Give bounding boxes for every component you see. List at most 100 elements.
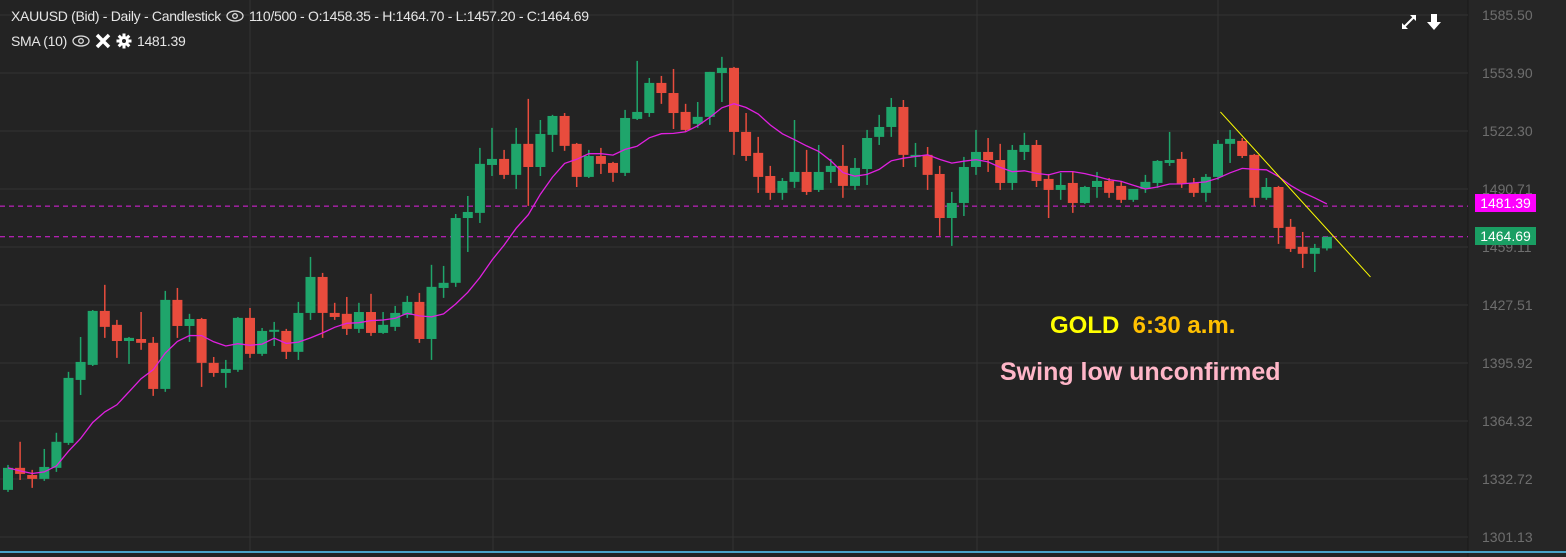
candle-up[interactable] bbox=[1152, 160, 1163, 188]
candle-down[interactable] bbox=[317, 272, 328, 338]
candle-up[interactable] bbox=[511, 127, 522, 190]
candle-down[interactable] bbox=[99, 284, 110, 338]
candle-down[interactable] bbox=[559, 113, 570, 151]
candle-down[interactable] bbox=[136, 312, 147, 350]
candle-up[interactable] bbox=[426, 264, 437, 360]
candle-up[interactable] bbox=[862, 129, 873, 185]
candle-up[interactable] bbox=[632, 60, 643, 120]
candle-down[interactable] bbox=[934, 165, 945, 236]
candle-down[interactable] bbox=[571, 142, 582, 187]
candle-down[interactable] bbox=[1043, 173, 1054, 219]
candle-down[interactable] bbox=[15, 441, 26, 480]
candle-up[interactable] bbox=[1321, 236, 1332, 251]
candle-down[interactable] bbox=[608, 161, 618, 182]
candle-up[interactable] bbox=[958, 156, 969, 217]
candle-up[interactable] bbox=[269, 321, 280, 346]
candle-down[interactable] bbox=[1176, 151, 1187, 188]
candle-down[interactable] bbox=[729, 66, 739, 155]
candle-down[interactable] bbox=[922, 146, 933, 190]
candle-down[interactable] bbox=[656, 75, 667, 104]
candle-down[interactable] bbox=[523, 98, 534, 206]
candle-up[interactable] bbox=[644, 77, 655, 117]
candle-down[interactable] bbox=[753, 136, 764, 193]
close-icon[interactable] bbox=[95, 33, 111, 49]
candle-up[interactable] bbox=[378, 312, 389, 334]
candle-down[interactable] bbox=[1273, 185, 1284, 244]
candle-down[interactable] bbox=[898, 99, 909, 167]
candle-down[interactable] bbox=[595, 147, 606, 174]
candle-down[interactable] bbox=[837, 144, 848, 198]
candle-down[interactable] bbox=[245, 307, 255, 358]
candle-up[interactable] bbox=[716, 56, 727, 103]
candle-up[interactable] bbox=[438, 265, 449, 298]
gear-icon[interactable] bbox=[116, 33, 132, 49]
candle-up[interactable] bbox=[1225, 129, 1236, 163]
candle-up[interactable] bbox=[1200, 173, 1211, 202]
candle-down[interactable] bbox=[801, 149, 812, 195]
candle-down[interactable] bbox=[1297, 231, 1308, 268]
candle-down[interactable] bbox=[765, 165, 776, 200]
candle-down[interactable] bbox=[1104, 178, 1115, 198]
candle-up[interactable] bbox=[487, 127, 497, 176]
candle-up[interactable] bbox=[1140, 174, 1151, 193]
candle-up[interactable] bbox=[39, 448, 50, 481]
candle-up[interactable] bbox=[462, 195, 473, 252]
candle-up[interactable] bbox=[547, 114, 558, 152]
candle-up[interactable] bbox=[1164, 131, 1175, 166]
candle-up[interactable] bbox=[1213, 140, 1223, 180]
candle-up[interactable] bbox=[474, 147, 485, 223]
candle-down[interactable] bbox=[1031, 140, 1042, 187]
candle-up[interactable] bbox=[1055, 172, 1066, 200]
candle-down[interactable] bbox=[741, 113, 752, 161]
candle-down[interactable] bbox=[208, 356, 219, 377]
candle-up[interactable] bbox=[777, 178, 788, 200]
candle-up[interactable] bbox=[63, 371, 74, 445]
candle-down[interactable] bbox=[1188, 178, 1199, 197]
candle-up[interactable] bbox=[1007, 144, 1018, 190]
candle-up[interactable] bbox=[874, 114, 885, 145]
candle-up[interactable] bbox=[620, 109, 631, 176]
trendline[interactable] bbox=[1220, 111, 1371, 278]
candle-up[interactable] bbox=[293, 301, 304, 360]
candle-up[interactable] bbox=[789, 119, 800, 188]
candle-up[interactable] bbox=[305, 256, 316, 320]
download-icon[interactable] bbox=[1426, 13, 1442, 31]
candle-down[interactable] bbox=[499, 149, 510, 179]
candle-down[interactable] bbox=[1249, 153, 1260, 206]
candle-up[interactable] bbox=[1079, 185, 1090, 204]
candle-down[interactable] bbox=[172, 287, 183, 338]
candle-up[interactable] bbox=[1128, 189, 1139, 202]
candle-up[interactable] bbox=[1309, 243, 1320, 272]
candle-down[interactable] bbox=[1285, 218, 1296, 252]
candle-up[interactable] bbox=[1019, 132, 1030, 161]
candle-down[interactable] bbox=[148, 336, 159, 396]
candle-up[interactable] bbox=[1261, 178, 1272, 200]
candle-down[interactable] bbox=[196, 317, 207, 387]
candle-up[interactable] bbox=[535, 119, 546, 176]
candle-up[interactable] bbox=[124, 336, 134, 364]
expand-icon[interactable] bbox=[1400, 13, 1418, 31]
candle-down[interactable] bbox=[1237, 137, 1248, 158]
candle-down[interactable] bbox=[1116, 180, 1127, 203]
candle-up[interactable] bbox=[75, 336, 86, 395]
candle-down[interactable] bbox=[983, 137, 994, 172]
candle-down[interactable] bbox=[1067, 171, 1078, 213]
candle-down[interactable] bbox=[341, 296, 352, 335]
candle-down[interactable] bbox=[111, 319, 122, 358]
candle-up[interactable] bbox=[87, 309, 98, 366]
candle-down[interactable] bbox=[366, 293, 376, 336]
candle-up[interactable] bbox=[946, 191, 957, 246]
eye-icon[interactable] bbox=[226, 10, 244, 22]
candle-up[interactable] bbox=[971, 129, 981, 175]
candle-up[interactable] bbox=[910, 142, 921, 167]
candle-up[interactable] bbox=[220, 359, 231, 388]
candle-up[interactable] bbox=[850, 157, 860, 190]
candle-down[interactable] bbox=[680, 103, 691, 132]
candle-down[interactable] bbox=[668, 68, 679, 129]
candle-up[interactable] bbox=[353, 302, 364, 333]
eye-icon[interactable] bbox=[72, 35, 90, 47]
price-chart[interactable]: 1585.501553.901522.301490.711459.111427.… bbox=[0, 0, 1566, 557]
candle-up[interactable] bbox=[450, 213, 461, 287]
candle-up[interactable] bbox=[825, 158, 836, 183]
candle-down[interactable] bbox=[414, 292, 425, 343]
